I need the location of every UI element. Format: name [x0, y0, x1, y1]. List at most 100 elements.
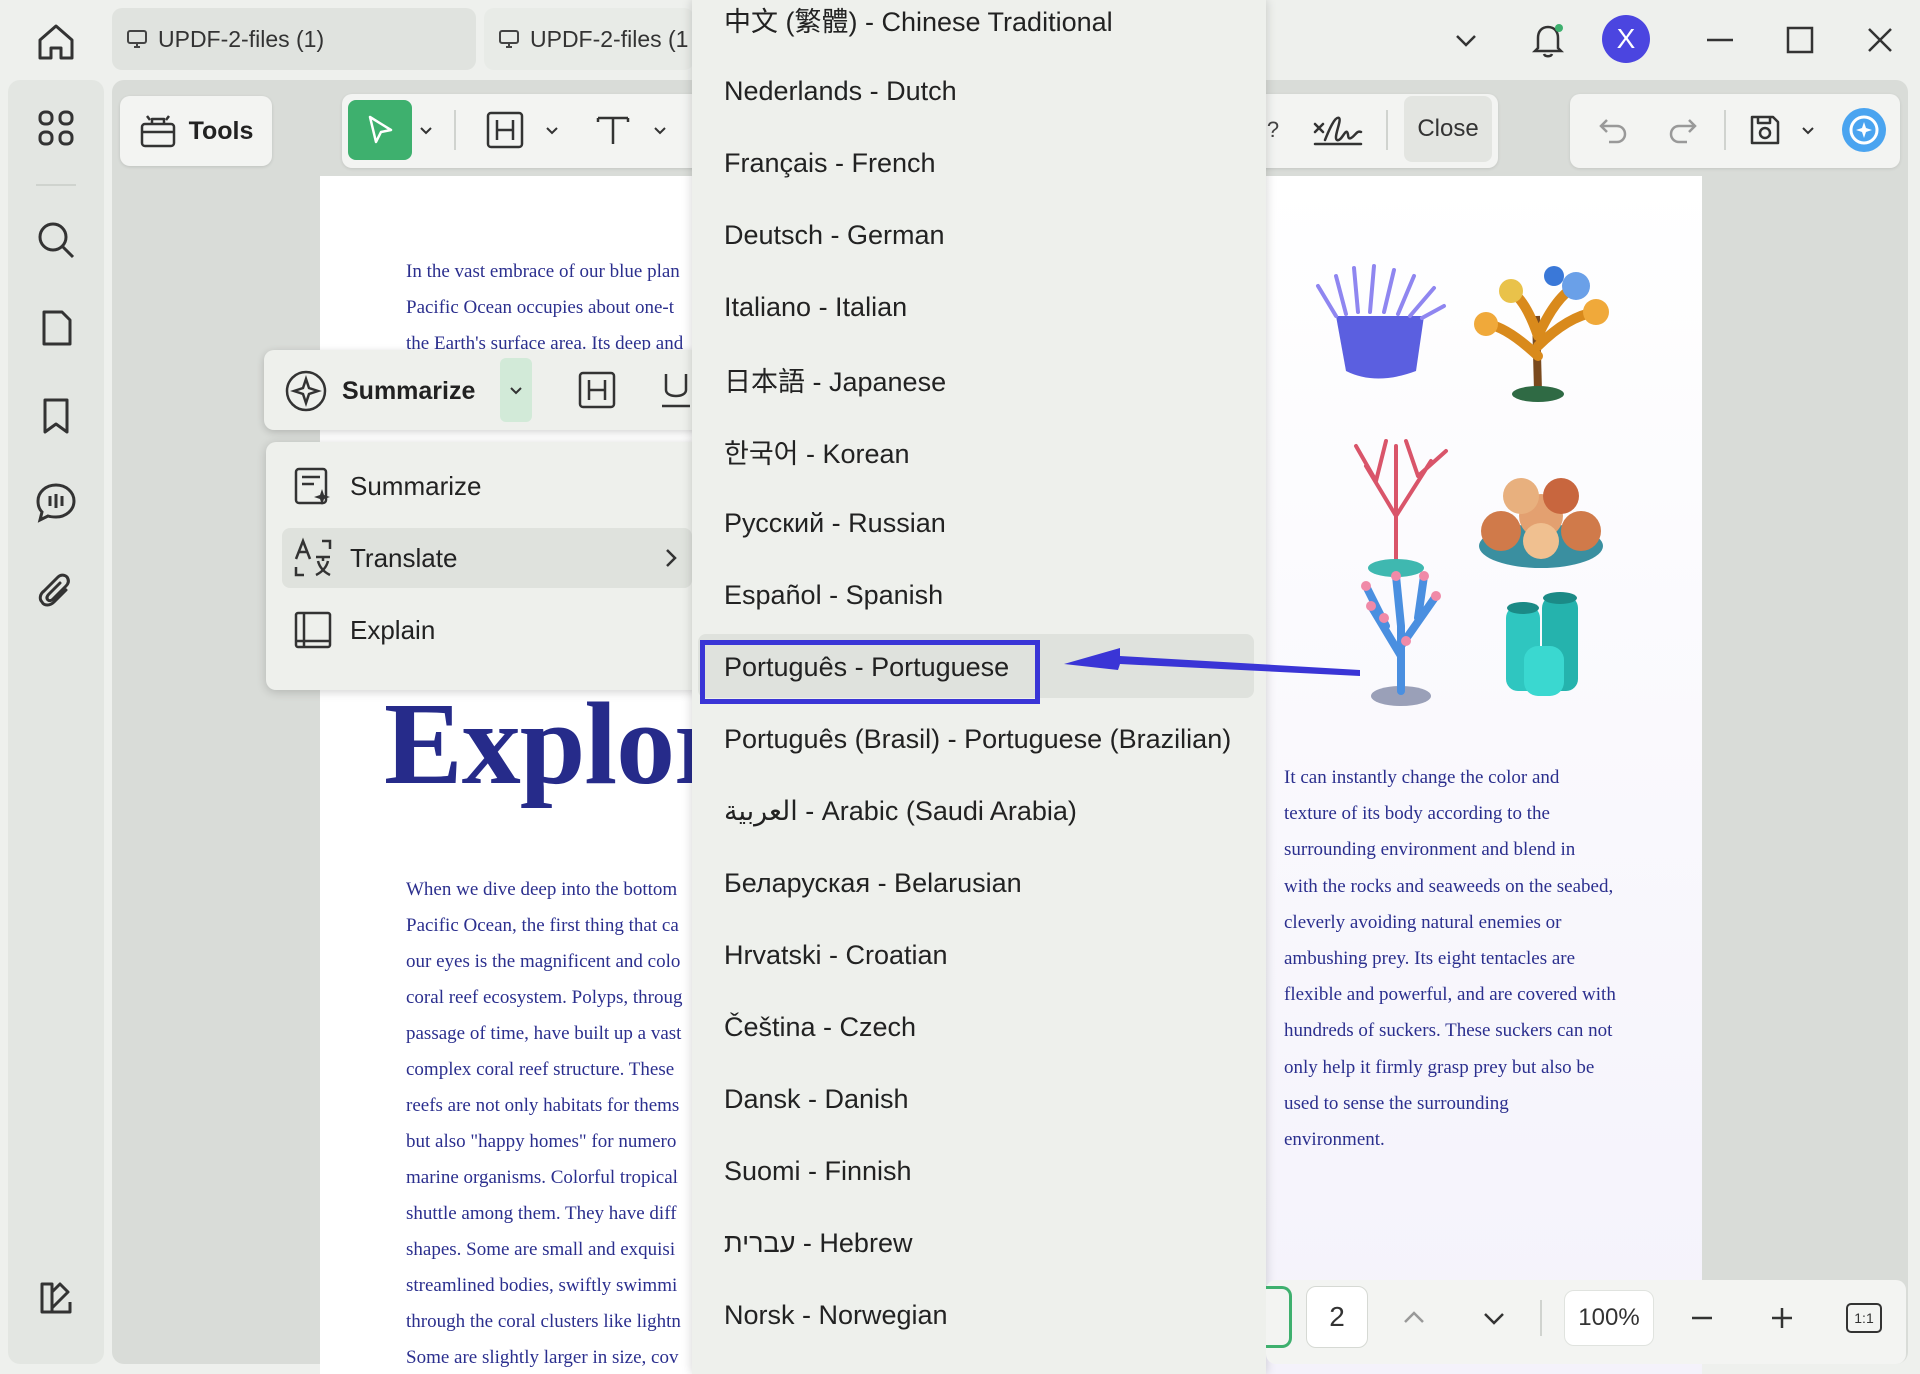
theme-button[interactable]: [32, 1274, 80, 1322]
language-option[interactable]: 中文 (繁體) - Chinese Traditional: [692, 0, 1266, 55]
menu-item-translate[interactable]: Translate: [282, 528, 692, 588]
chevron-down-icon: [510, 387, 522, 395]
underline-icon: [662, 374, 690, 408]
close-window-button[interactable]: [1854, 14, 1906, 66]
chevron-down-icon: [420, 127, 432, 135]
cursor-icon: [368, 115, 393, 144]
page-number-input[interactable]: 2: [1306, 1286, 1368, 1348]
language-option-label: Беларуская - Belarusian: [724, 867, 1022, 898]
close-icon: [1868, 28, 1892, 52]
text-tool-button[interactable]: [588, 104, 638, 156]
heading-icon: [486, 111, 524, 149]
language-option[interactable]: Беларуская - Belarusian: [692, 847, 1266, 919]
language-option[interactable]: עברית - Hebrew: [692, 1207, 1266, 1279]
next-page-button[interactable]: [1468, 1292, 1520, 1344]
language-option-label: Português (Brasil) - Portuguese (Brazili…: [724, 723, 1232, 754]
language-option[interactable]: Suomi - Finnish: [692, 1135, 1266, 1207]
tree-coral-orange-image: [1474, 266, 1609, 402]
avatar[interactable]: X: [1602, 15, 1650, 63]
tools-button[interactable]: Tools: [120, 96, 272, 166]
language-option[interactable]: Русский - Russian: [692, 487, 1266, 559]
chevron-down-icon: [1802, 127, 1814, 135]
tab-file-1[interactable]: UPDF-2-files (1): [112, 8, 476, 70]
language-option[interactable]: Norsk - Norwegian: [692, 1279, 1266, 1351]
language-option[interactable]: Deutsch - German: [692, 199, 1266, 271]
language-option[interactable]: Čeština - Czech: [692, 991, 1266, 1063]
bell-icon: [1531, 24, 1565, 58]
undo-button[interactable]: [1588, 104, 1638, 156]
apps-button[interactable]: [32, 104, 80, 152]
ai-actions-menu: Summarize Translate Explain: [266, 442, 706, 690]
language-option[interactable]: العربية - Arabic (Saudi Arabia): [692, 775, 1266, 847]
menu-item-explain[interactable]: Explain: [282, 600, 692, 660]
minimize-button[interactable]: [1694, 14, 1746, 66]
close-edit-button[interactable]: Close: [1404, 96, 1492, 162]
tube-coral-image: [1506, 592, 1578, 696]
text-tool-dropdown[interactable]: [648, 104, 672, 156]
tabs-dropdown-button[interactable]: [1440, 14, 1492, 66]
red-coral-image: [1354, 439, 1448, 577]
save-dropdown[interactable]: [1796, 104, 1820, 156]
notifications-button[interactable]: [1522, 14, 1574, 66]
maximize-button[interactable]: [1774, 14, 1826, 66]
language-option-label: Čeština - Czech: [724, 1011, 917, 1042]
page-intro-text: In the vast embrace of our blue plan Pac…: [406, 261, 684, 354]
language-option[interactable]: Hrvatski - Croatian: [692, 919, 1266, 991]
language-option[interactable]: 한국어 - Korean: [692, 415, 1266, 487]
select-tool-button[interactable]: [348, 100, 412, 160]
menu-item-summarize[interactable]: Summarize: [282, 456, 692, 516]
language-option[interactable]: Français - French: [692, 127, 1266, 199]
anemone-image: [1316, 264, 1446, 379]
language-option-label: Norsk - Norwegian: [724, 1299, 948, 1330]
select-tool-dropdown[interactable]: [414, 104, 438, 156]
home-button[interactable]: [32, 18, 80, 66]
attachments-button[interactable]: [32, 568, 80, 616]
search-icon: [38, 222, 75, 259]
ai-assistant-button[interactable]: [1838, 104, 1890, 156]
menu-item-label: Summarize: [350, 470, 482, 501]
redo-button[interactable]: [1658, 104, 1708, 156]
pages-button[interactable]: [32, 304, 80, 352]
highlight-tool-dropdown[interactable]: [540, 104, 564, 156]
tab-label: UPDF-2-files (1): [158, 25, 325, 52]
language-option-label: Español - Spanish: [724, 579, 944, 610]
explain-icon: [294, 611, 332, 649]
language-option[interactable]: Nederlands - Dutch: [692, 55, 1266, 127]
language-option-label: Русский - Russian: [724, 507, 946, 538]
close-label: Close: [1417, 115, 1479, 142]
language-option[interactable]: Italiano - Italian: [692, 271, 1266, 343]
apps-grid-icon: [38, 110, 74, 146]
home-icon: [38, 24, 74, 60]
chevron-down-icon: [1456, 35, 1476, 47]
toolbox-icon: [140, 115, 175, 148]
comments-button[interactable]: [32, 478, 80, 526]
save-button[interactable]: [1740, 104, 1790, 156]
highlight-tool-button[interactable]: [480, 104, 530, 156]
text-icon: [596, 116, 630, 144]
page-body-text: When we dive deep into the bottom Pacifi…: [406, 879, 683, 1368]
page-number: 2: [1329, 1301, 1345, 1332]
summarize-icon: [294, 467, 330, 505]
help-fragment[interactable]: ?: [1266, 104, 1280, 156]
language-option[interactable]: Dansk - Danish: [692, 1063, 1266, 1135]
bookmarks-button[interactable]: [32, 392, 80, 440]
heading-format-button[interactable]: [572, 364, 622, 416]
zoom-in-button[interactable]: [1756, 1292, 1808, 1344]
language-option[interactable]: 日本語 - Japanese: [692, 343, 1266, 415]
zoom-out-button[interactable]: [1676, 1292, 1728, 1344]
tab-file-2[interactable]: UPDF-2-files (1: [484, 8, 694, 70]
language-option[interactable]: Español - Spanish: [692, 559, 1266, 631]
redo-icon: [1669, 119, 1697, 144]
language-option[interactable]: Português (Brasil) - Portuguese (Brazili…: [692, 703, 1266, 775]
actual-size-button[interactable]: 1:1: [1838, 1292, 1890, 1344]
translate-icon: [294, 537, 332, 577]
summarize-button[interactable]: Summarize: [282, 364, 475, 418]
ai-actions-dropdown[interactable]: [500, 358, 532, 422]
underline-button[interactable]: [656, 364, 696, 416]
signature-tool-button[interactable]: [1308, 104, 1368, 156]
chevron-down-icon: [654, 127, 666, 135]
search-button[interactable]: [32, 216, 80, 264]
paperclip-icon: [38, 573, 70, 607]
zoom-level-field[interactable]: 100%: [1564, 1290, 1654, 1346]
previous-page-button[interactable]: [1388, 1292, 1440, 1344]
